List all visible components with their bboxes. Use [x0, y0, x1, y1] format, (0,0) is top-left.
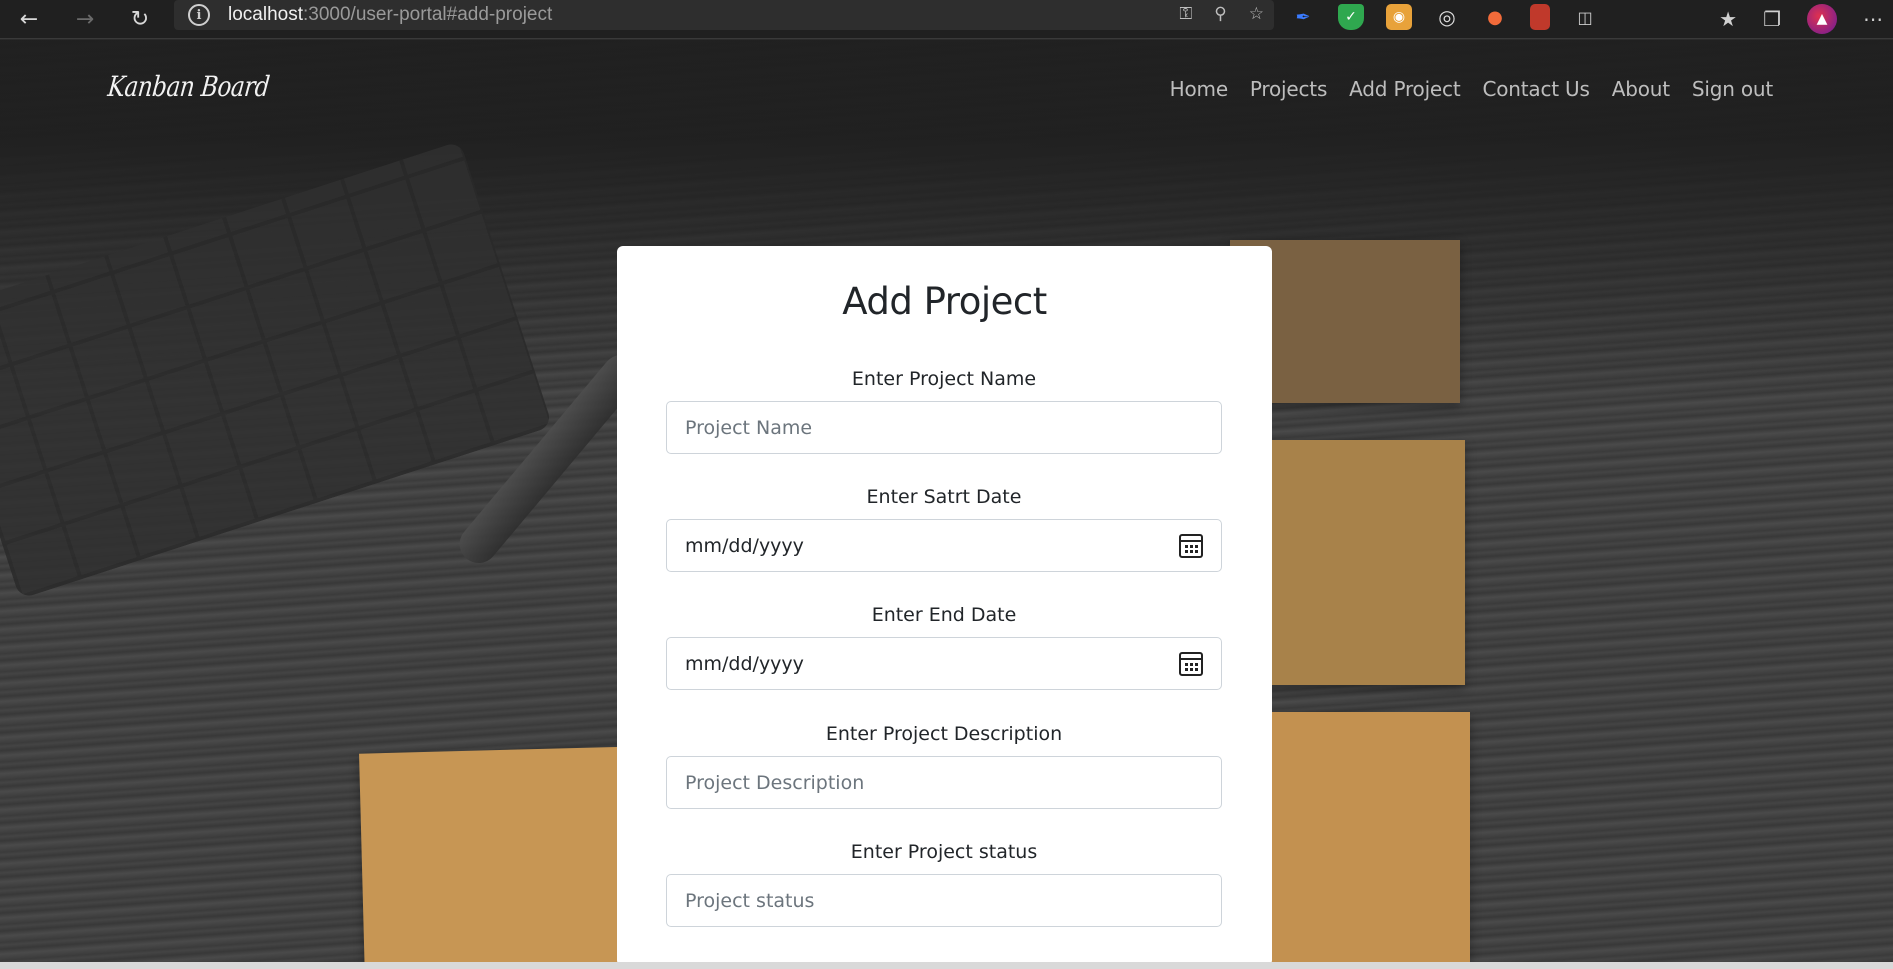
project-status-input[interactable]: Project status	[666, 874, 1222, 927]
nav-link-projects[interactable]: Projects	[1250, 77, 1327, 101]
project-name-group: Enter Project Name Project Name	[666, 368, 1222, 454]
favorites-icon[interactable]: ★	[1719, 7, 1737, 31]
background-sticky-note	[359, 746, 645, 962]
url-host: localhost	[228, 4, 303, 25]
project-name-input[interactable]: Project Name	[666, 401, 1222, 454]
add-favorite-icon[interactable]: ☆	[1249, 4, 1264, 24]
site-navbar: Kanban Board Home Projects Add Project C…	[0, 40, 1893, 140]
end-date-group: Enter End Date mm/dd/yyyy	[666, 604, 1222, 690]
start-date-input[interactable]: mm/dd/yyyy	[666, 519, 1222, 572]
project-status-group: Enter Project status Project status	[666, 841, 1222, 927]
address-bar[interactable]: i localhost:3000/user-portal#add-project…	[174, 0, 1274, 30]
nav-links: Home Projects Add Project Contact Us Abo…	[1170, 77, 1774, 101]
back-icon[interactable]: ←	[14, 4, 44, 34]
start-date-value: mm/dd/yyyy	[685, 534, 804, 557]
extension-book-icon[interactable]	[1530, 4, 1550, 30]
nav-link-sign-out[interactable]: Sign out	[1692, 77, 1773, 101]
project-name-label: Enter Project Name	[851, 368, 1037, 390]
nav-link-contact-us[interactable]: Contact Us	[1482, 77, 1589, 101]
page-background: Kanban Board Home Projects Add Project C…	[0, 40, 1893, 962]
extension-target-icon[interactable]: ◎	[1434, 4, 1460, 30]
forward-icon[interactable]: →	[70, 4, 100, 34]
collections-icon[interactable]: ❐	[1763, 7, 1781, 31]
nav-link-add-project[interactable]: Add Project	[1349, 77, 1461, 101]
zoom-icon[interactable]: ⚲	[1214, 4, 1226, 24]
end-date-input[interactable]: mm/dd/yyyy	[666, 637, 1222, 690]
extension-off-icon[interactable]: ◫	[1572, 4, 1598, 30]
brand-logo[interactable]: Kanban Board	[106, 70, 271, 103]
horizontal-scrollbar[interactable]	[0, 962, 1893, 969]
site-info-icon[interactable]: i	[188, 4, 210, 26]
calendar-icon[interactable]	[1179, 651, 1203, 676]
extension-pen-icon[interactable]: ✒	[1290, 4, 1316, 30]
nav-link-about[interactable]: About	[1612, 77, 1670, 101]
end-date-label: Enter End Date	[871, 604, 1017, 626]
add-project-card: Add Project Enter Project Name Project N…	[617, 246, 1272, 962]
profile-avatar[interactable]: ▲	[1807, 4, 1837, 34]
project-description-label: Enter Project Description	[825, 723, 1063, 745]
nav-link-home[interactable]: Home	[1170, 77, 1228, 101]
browser-toolbar: ← → ↻ i localhost:3000/user-portal#add-p…	[0, 0, 1893, 39]
more-menu-icon[interactable]: ⋯	[1863, 7, 1883, 31]
calendar-icon[interactable]	[1179, 533, 1203, 558]
form-title: Add Project	[842, 280, 1047, 323]
url-path: :3000/user-portal#add-project	[303, 4, 553, 25]
end-date-value: mm/dd/yyyy	[685, 652, 804, 675]
start-date-label: Enter Satrt Date	[866, 486, 1022, 508]
extension-palette-icon[interactable]: ◉	[1386, 4, 1412, 30]
start-date-group: Enter Satrt Date mm/dd/yyyy	[666, 486, 1222, 572]
extension-capsule-icon[interactable]: ●	[1482, 4, 1508, 30]
project-status-label: Enter Project status	[850, 841, 1038, 863]
reload-icon[interactable]: ↻	[125, 4, 155, 34]
project-description-input[interactable]: Project Description	[666, 756, 1222, 809]
extension-shield-icon[interactable]: ✓	[1338, 4, 1364, 30]
key-icon[interactable]: ⚿	[1179, 4, 1192, 24]
url-text[interactable]: localhost:3000/user-portal#add-project	[228, 4, 552, 26]
project-description-group: Enter Project Description Project Descri…	[666, 723, 1222, 809]
